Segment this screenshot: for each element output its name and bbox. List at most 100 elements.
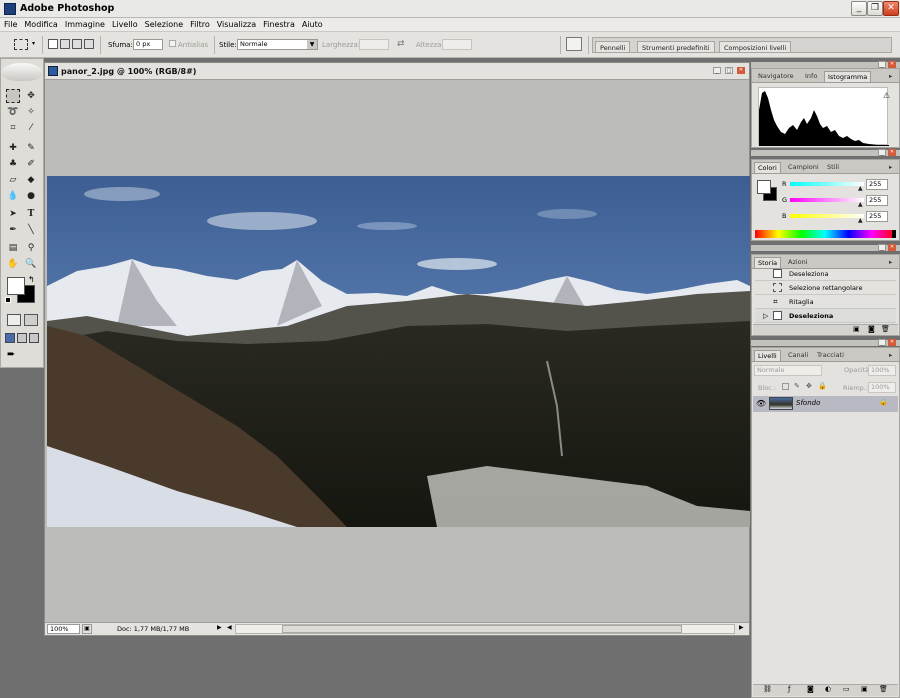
- new-snapshot-icon[interactable]: ◙: [868, 325, 875, 333]
- default-colors-icon[interactable]: [5, 297, 11, 303]
- history-item[interactable]: ⌗ Ritaglia: [755, 295, 896, 309]
- standard-mode-icon[interactable]: [7, 314, 21, 326]
- b-input[interactable]: 255: [866, 211, 888, 222]
- blend-mode-select[interactable]: Normale: [754, 365, 822, 376]
- blur-tool-icon[interactable]: 💧: [6, 189, 20, 203]
- feather-input[interactable]: 0 px: [133, 39, 163, 50]
- new-layer-icon[interactable]: ▣: [861, 685, 868, 693]
- path-selection-tool-icon[interactable]: ➤: [6, 207, 20, 221]
- lock-transparency-icon[interactable]: [782, 383, 789, 390]
- hand-tool-icon[interactable]: ✋: [6, 257, 20, 271]
- menu-livello[interactable]: Livello: [112, 20, 138, 29]
- layer-style-icon[interactable]: ƒ: [788, 685, 790, 693]
- history-panel-close[interactable]: ✕: [888, 244, 896, 251]
- height-input[interactable]: [442, 39, 472, 50]
- r-slider[interactable]: [790, 182, 864, 186]
- color-spectrum-ramp[interactable]: [755, 230, 895, 238]
- zoom-tool-icon[interactable]: 🔍: [24, 257, 38, 271]
- menu-filtro[interactable]: Filtro: [190, 20, 210, 29]
- warning-icon[interactable]: ⚠: [883, 91, 890, 100]
- spectrum-black-white[interactable]: [892, 230, 896, 238]
- brush-tool-icon[interactable]: ✎: [24, 141, 38, 155]
- doc-maximize-button[interactable]: □: [725, 67, 733, 74]
- close-button[interactable]: ✕: [883, 1, 899, 16]
- b-slider[interactable]: [790, 214, 864, 218]
- b-slider-thumb-icon[interactable]: ▲: [858, 217, 863, 224]
- history-item[interactable]: Selezione rettangolare: [755, 281, 896, 295]
- history-panel-minimize[interactable]: _: [878, 244, 886, 251]
- notes-tool-icon[interactable]: ▤: [6, 241, 20, 255]
- scrollbar-thumb[interactable]: [282, 625, 682, 633]
- tab-stili[interactable]: Stili: [824, 162, 842, 173]
- new-selection-icon[interactable]: [48, 39, 58, 49]
- history-item-selected[interactable]: ▷ Deseleziona: [755, 309, 896, 323]
- preset-dropdown-arrow-icon[interactable]: ▾: [32, 40, 35, 47]
- crop-tool-icon[interactable]: ⌗: [6, 121, 20, 135]
- tab-livelli[interactable]: Livelli: [754, 350, 781, 361]
- lock-image-icon[interactable]: ✎: [794, 382, 800, 390]
- new-group-icon[interactable]: ▭: [843, 685, 850, 693]
- g-slider[interactable]: [790, 198, 864, 202]
- screen-mode-full-menu-icon[interactable]: [17, 333, 27, 343]
- doc-minimize-button[interactable]: _: [713, 67, 721, 74]
- panel-menu-icon[interactable]: ▸: [886, 71, 895, 82]
- rect-marquee-tool-icon[interactable]: [6, 89, 20, 103]
- menu-immagine[interactable]: Immagine: [65, 20, 105, 29]
- menu-file[interactable]: File: [4, 20, 17, 29]
- slice-tool-icon[interactable]: ⁄: [24, 121, 38, 135]
- line-tool-icon[interactable]: ╲: [24, 223, 38, 237]
- zoom-menu-icon[interactable]: ▣: [82, 624, 92, 634]
- menu-visualizza[interactable]: Visualizza: [217, 20, 256, 29]
- history-item[interactable]: Deseleziona: [755, 267, 896, 281]
- move-tool-icon[interactable]: ✥: [24, 89, 38, 103]
- menu-aiuto[interactable]: Aiuto: [302, 20, 323, 29]
- paint-bucket-tool-icon[interactable]: ◆: [24, 173, 38, 187]
- layer-mask-icon[interactable]: ◙: [807, 685, 814, 693]
- opacity-input[interactable]: 100%: [868, 365, 896, 376]
- horizontal-scrollbar[interactable]: [235, 624, 735, 634]
- swap-colors-icon[interactable]: ↰: [28, 275, 35, 284]
- r-input[interactable]: 255: [866, 179, 888, 190]
- menu-finestra[interactable]: Finestra: [263, 20, 295, 29]
- tab-info[interactable]: Info: [802, 71, 820, 82]
- pen-tool-icon[interactable]: ✒: [6, 223, 20, 237]
- eyedropper-tool-icon[interactable]: ⚲: [24, 241, 38, 255]
- screen-mode-standard-icon[interactable]: [5, 333, 15, 343]
- trash-icon[interactable]: 🗑: [881, 325, 890, 333]
- healing-brush-tool-icon[interactable]: ✚: [6, 141, 20, 155]
- lock-position-icon[interactable]: ✥: [806, 382, 812, 390]
- history-brush-tool-icon[interactable]: ✐: [24, 157, 38, 171]
- jump-to-imageready-icon[interactable]: ➨: [7, 349, 37, 361]
- lasso-tool-icon[interactable]: ➰: [6, 105, 20, 119]
- fill-input[interactable]: 100%: [868, 382, 896, 393]
- histogram-panel-minimize[interactable]: _: [878, 61, 886, 68]
- tab-colori[interactable]: Colori: [754, 162, 781, 173]
- status-menu-arrow-icon[interactable]: ▶: [217, 624, 222, 631]
- history-slider-icon[interactable]: ▷: [763, 309, 768, 323]
- r-slider-thumb-icon[interactable]: ▲: [858, 185, 863, 192]
- panorama-image[interactable]: [47, 176, 750, 527]
- restore-button[interactable]: ❐: [867, 1, 883, 16]
- color-fg-swatch-front[interactable]: [757, 180, 771, 194]
- subtract-selection-icon[interactable]: [72, 39, 82, 49]
- foreground-color-swatch-front[interactable]: [7, 277, 25, 295]
- tab-istogramma[interactable]: Istogramma: [824, 71, 872, 82]
- tab-tracciati[interactable]: Tracciati: [814, 350, 847, 361]
- palette-tab-pennelli[interactable]: Pennelli: [595, 41, 631, 53]
- visibility-eye-icon[interactable]: 👁: [756, 399, 766, 408]
- type-tool-icon[interactable]: T: [24, 207, 38, 221]
- magic-wand-tool-icon[interactable]: ✧: [24, 105, 38, 119]
- g-slider-thumb-icon[interactable]: ▲: [858, 201, 863, 208]
- panel-menu-icon[interactable]: ▸: [886, 162, 895, 173]
- zoom-field[interactable]: 100%: [47, 624, 80, 634]
- eraser-tool-icon[interactable]: ▱: [6, 173, 20, 187]
- menu-modifica[interactable]: Modifica: [24, 20, 57, 29]
- add-selection-icon[interactable]: [60, 39, 70, 49]
- scroll-right-icon[interactable]: ▶: [739, 624, 744, 631]
- screen-mode-full-icon[interactable]: [29, 333, 39, 343]
- color-panel-minimize[interactable]: _: [878, 149, 886, 156]
- palette-well-icon[interactable]: [566, 37, 582, 51]
- layers-panel-close[interactable]: ✕: [888, 339, 896, 346]
- quick-mask-icon[interactable]: [24, 314, 38, 326]
- doc-size-info[interactable]: Doc: 1,77 MB/1,77 MB: [117, 625, 189, 633]
